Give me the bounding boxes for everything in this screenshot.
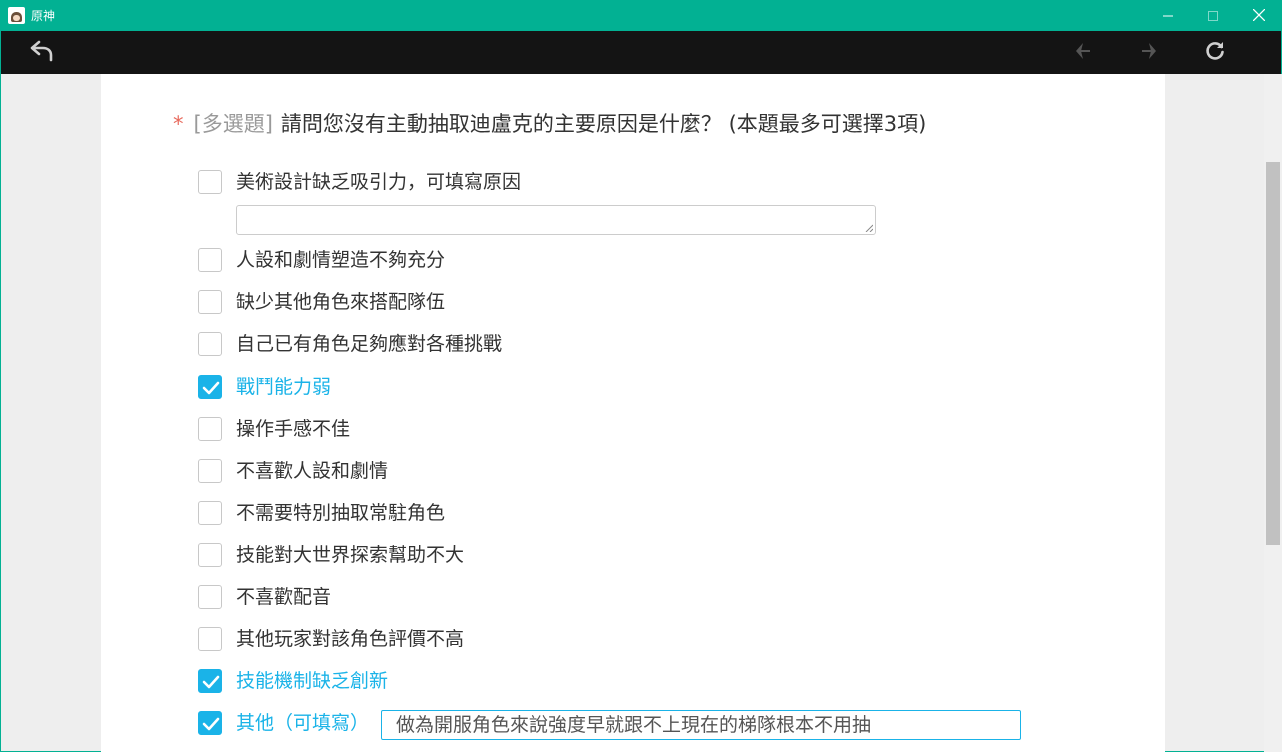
checkbox[interactable] <box>198 170 222 194</box>
checkbox[interactable] <box>198 543 222 567</box>
vertical-scrollbar[interactable] <box>1264 74 1282 752</box>
survey-card: * [多選題] 請問您沒有主動抽取迪盧克的主要原因是什麼？ (本題最多可選擇3項) … <box>101 74 1165 752</box>
checkbox[interactable] <box>198 627 222 651</box>
checkbox[interactable] <box>198 290 222 314</box>
question-text: 請問您沒有主動抽取迪盧克的主要原因是什麼？ (本題最多可選擇3項) <box>280 112 927 136</box>
back-arrow-icon <box>30 40 54 66</box>
next-page-button[interactable] <box>1135 39 1163 67</box>
option-label: 不喜歡人設和劇情 <box>236 460 389 482</box>
option-label: 其他（可填寫） <box>236 712 370 734</box>
other-reason-input[interactable]: 做為開服角色來說強度早就跟不上現在的梯隊根本不用抽 <box>381 710 1021 740</box>
option-label: 操作手感不佳 <box>236 418 351 440</box>
required-mark: * <box>173 112 184 136</box>
genshin-app-icon <box>8 7 25 24</box>
option-label: 不需要特別抽取常駐角色 <box>236 502 446 524</box>
window-title: 原神 <box>31 9 56 23</box>
option-label: 自己已有角色足夠應對各種挑戰 <box>236 333 503 355</box>
checkmark-icon <box>202 675 220 689</box>
checkmark-icon <box>202 381 220 395</box>
reload-button[interactable] <box>1201 39 1229 67</box>
scrollbar-thumb[interactable] <box>1266 162 1280 545</box>
checkbox[interactable] <box>198 459 222 483</box>
maximize-button[interactable] <box>1190 0 1236 31</box>
checkbox[interactable] <box>198 248 222 272</box>
option-label: 其他玩家對該角色評價不高 <box>236 628 465 650</box>
checkmark-icon <box>202 717 220 731</box>
checkbox-checked[interactable] <box>198 669 222 693</box>
option-label: 戰鬥能力弱 <box>236 376 332 398</box>
page-content: * [多選題] 請問您沒有主動抽取迪盧克的主要原因是什麼？ (本題最多可選擇3項) … <box>0 74 1282 752</box>
option-label: 美術設計缺乏吸引力，可填寫原因 <box>236 171 522 193</box>
reload-icon <box>1204 40 1226 66</box>
option-label: 不喜歡配音 <box>236 586 332 608</box>
checkbox[interactable] <box>198 585 222 609</box>
prev-diamond-arrow-icon <box>1073 41 1093 65</box>
prev-page-button[interactable] <box>1069 39 1097 67</box>
minimize-button[interactable] <box>1145 0 1191 31</box>
resize-grip-icon[interactable] <box>865 224 873 232</box>
question-type-tag: [多選題] <box>193 112 273 136</box>
option-label: 缺少其他角色來搭配隊伍 <box>236 291 446 313</box>
next-diamond-arrow-icon <box>1139 41 1159 65</box>
checkbox[interactable] <box>198 332 222 356</box>
checkbox-checked[interactable] <box>198 711 222 735</box>
option-label: 技能對大世界探索幫助不大 <box>236 544 465 566</box>
checkbox[interactable] <box>198 501 222 525</box>
window-titlebar: 原神 <box>0 0 1282 31</box>
reason-textarea[interactable] <box>236 205 876 235</box>
checkbox[interactable] <box>198 417 222 441</box>
checkbox-checked[interactable] <box>198 375 222 399</box>
close-button[interactable] <box>1236 0 1282 31</box>
maximize-icon <box>1208 6 1218 25</box>
option-label: 人設和劇情塑造不夠充分 <box>236 249 446 271</box>
option-label: 技能機制缺乏創新 <box>236 670 389 692</box>
back-button[interactable] <box>28 39 56 67</box>
question-title: * [多選題] 請問您沒有主動抽取迪盧克的主要原因是什麼？ (本題最多可選擇3項) <box>173 108 926 138</box>
minimize-icon <box>1163 6 1173 25</box>
close-icon <box>1252 6 1266 25</box>
browser-toolbar <box>0 31 1282 74</box>
